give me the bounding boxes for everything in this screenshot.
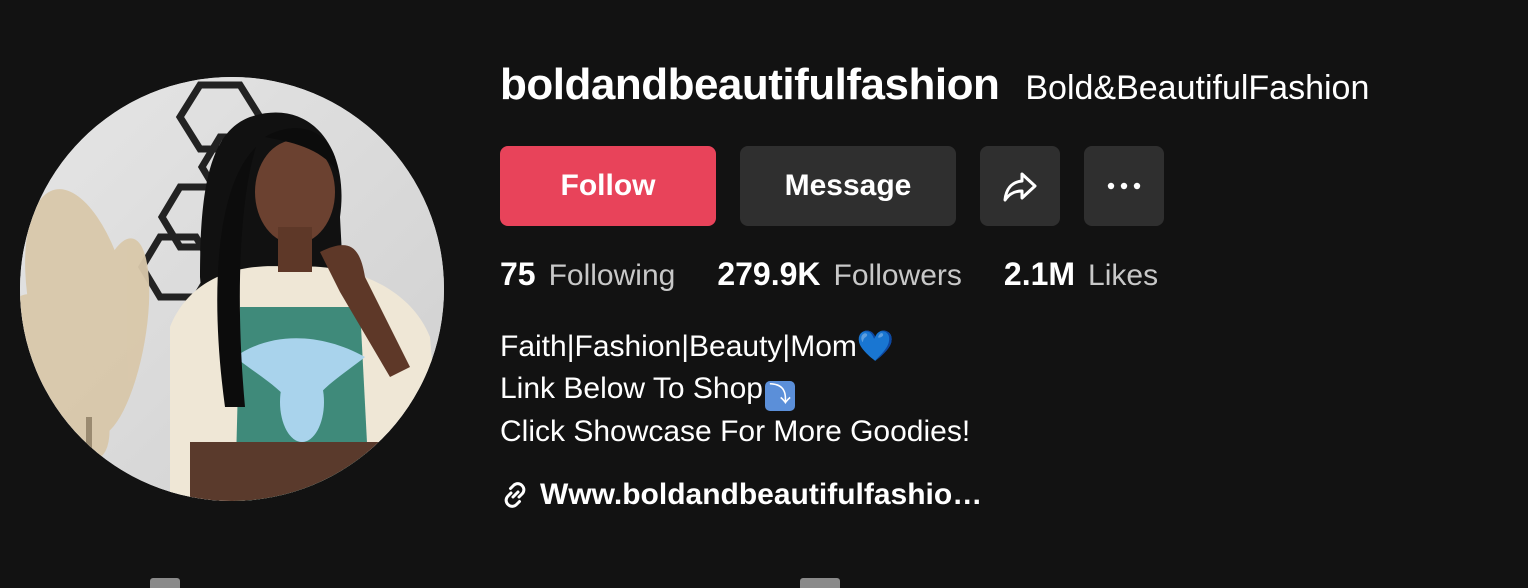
bio-line-2: Link Below To Shop ⤵ — [500, 368, 970, 411]
bio-text: Link Below To Shop — [500, 372, 763, 405]
name-row: boldandbeautifulfashion Bold&BeautifulFa… — [500, 60, 1500, 126]
tab-peek-right — [800, 578, 840, 588]
username: boldandbeautifulfashion — [500, 60, 1000, 109]
stat-value: 75 — [500, 256, 536, 292]
bio-line-3: Click Showcase For More Goodies! — [500, 415, 971, 448]
stat-value: 2.1M — [1003, 256, 1076, 292]
stat-label: Following — [548, 259, 676, 292]
avatar-image — [20, 77, 444, 501]
share-button[interactable] — [980, 146, 1060, 226]
down-arrow-icon: ⤵ — [764, 381, 795, 411]
share-arrow-icon — [1001, 167, 1039, 205]
tab-peek-left — [150, 578, 180, 588]
follow-button[interactable]: Follow — [500, 146, 716, 226]
profile-link[interactable]: Www.boldandbeautifulfashio… — [500, 478, 982, 512]
more-dots-icon — [1106, 181, 1142, 191]
stat-following[interactable]: 75 Following — [500, 256, 675, 293]
profile-page: boldandbeautifulfashion Bold&BeautifulFa… — [0, 0, 1528, 588]
display-name: Bold&BeautifulFashion — [1025, 69, 1370, 107]
bio-text: Faith|Fashion|Beauty|Mom — [500, 330, 857, 363]
stat-label: Followers — [833, 259, 962, 292]
bottom-tabs-peek — [0, 578, 1528, 588]
blue-heart-icon: 💙 — [856, 329, 895, 364]
more-button[interactable] — [1084, 146, 1164, 226]
profile-avatar[interactable] — [20, 77, 444, 501]
link-icon — [500, 480, 530, 510]
message-button[interactable]: Message — [740, 146, 956, 226]
link-text: Www.boldandbeautifulfashio… — [540, 478, 983, 511]
stat-label: Likes — [1088, 259, 1159, 292]
stat-followers[interactable]: 279.9K Followers — [717, 256, 962, 293]
stat-likes: 2.1M Likes — [1004, 256, 1158, 293]
profile-info: boldandbeautifulfashion Bold&BeautifulFa… — [500, 60, 1500, 511]
action-buttons: Follow Message — [500, 146, 1164, 226]
stat-value: 279.9K — [717, 256, 821, 292]
profile-stats: 75 Following 279.9K Followers 2.1M Likes — [500, 256, 1200, 293]
bio-line-1: Faith|Fashion|Beauty|Mom💙 — [500, 326, 970, 368]
profile-bio: Faith|Fashion|Beauty|Mom💙 Link Below To … — [500, 326, 970, 453]
